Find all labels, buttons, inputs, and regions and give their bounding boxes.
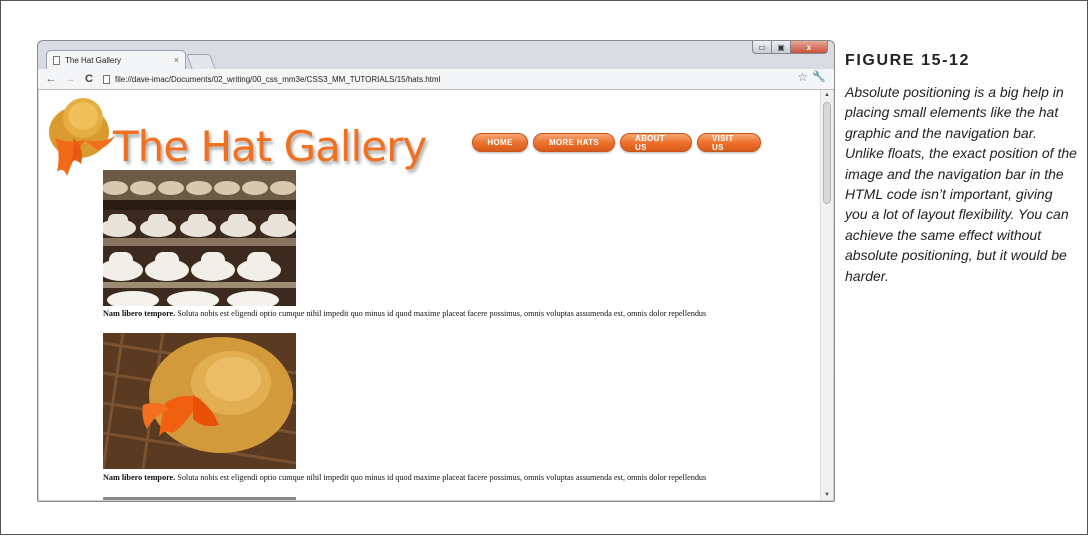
nav-more-hats-button[interactable]: MORE HATS <box>533 133 615 152</box>
browser-window: The Hat Gallery × ▭ ▣ x ← → C file://dav… <box>37 40 835 502</box>
figure-label: FIGURE 15-12 <box>845 52 971 69</box>
new-tab-button[interactable] <box>186 54 216 70</box>
caption-bold: Nam libero tempore. <box>103 309 176 318</box>
reload-button[interactable]: C <box>83 73 95 85</box>
figure-caption: Absolute positioning is a big help in pl… <box>845 84 1077 284</box>
scroll-up-arrow-icon[interactable]: ▲ <box>821 90 833 100</box>
url-text: file://dave-imac/Documents/02_writing/00… <box>115 74 441 84</box>
window-controls: ▭ ▣ x <box>752 41 828 54</box>
nav-about-us-button[interactable]: ABOUT US <box>620 133 692 152</box>
wrench-icon[interactable]: 🔧 <box>812 70 826 83</box>
vertical-scrollbar[interactable]: ▲ ▼ <box>820 90 833 500</box>
tab-close-icon[interactable]: × <box>174 55 179 65</box>
caption-text: Soluta nobis est eligendi optio cumque n… <box>175 473 707 482</box>
page-icon <box>53 55 60 65</box>
close-window-button[interactable]: x <box>790 41 828 54</box>
scroll-thumb[interactable] <box>823 102 831 204</box>
forward-button[interactable]: → <box>64 73 76 85</box>
straw-hat-photo <box>103 333 296 469</box>
browser-tab[interactable]: The Hat Gallery × <box>46 50 186 69</box>
site-navigation-bar: HOME MORE HATS ABOUT US VISIT US <box>472 133 766 152</box>
minimize-button[interactable]: ▭ <box>752 41 772 54</box>
hats-shelves-photo <box>103 170 296 306</box>
photo-caption: Nam libero tempore. Soluta nobis est eli… <box>103 473 753 483</box>
page-viewport: The Hat Gallery HOME MORE HATS ABOUT US … <box>39 90 833 500</box>
browser-toolbar: ← → C file://dave-imac/Documents/02_writ… <box>38 69 834 90</box>
bookmark-star-icon[interactable]: ☆ <box>797 70 808 84</box>
tab-title: The Hat Gallery <box>65 55 122 65</box>
address-bar[interactable]: file://dave-imac/Documents/02_writing/00… <box>103 71 794 87</box>
caption-bold: Nam libero tempore. <box>103 473 176 482</box>
site-title: The Hat Gallery <box>113 122 427 171</box>
page-icon <box>103 74 110 84</box>
tab-strip: The Hat Gallery × ▭ ▣ x <box>38 41 834 70</box>
maximize-button[interactable]: ▣ <box>771 41 791 54</box>
scroll-down-arrow-icon[interactable]: ▼ <box>821 490 833 500</box>
nav-visit-us-button[interactable]: VISIT US <box>697 133 761 152</box>
caption-text: Soluta nobis est eligendi optio cumque n… <box>175 309 707 318</box>
photo-caption: Nam libero tempore. Soluta nobis est eli… <box>103 309 753 319</box>
back-button[interactable]: ← <box>45 73 57 85</box>
partial-photo <box>103 497 296 500</box>
nav-home-button[interactable]: HOME <box>472 133 528 152</box>
